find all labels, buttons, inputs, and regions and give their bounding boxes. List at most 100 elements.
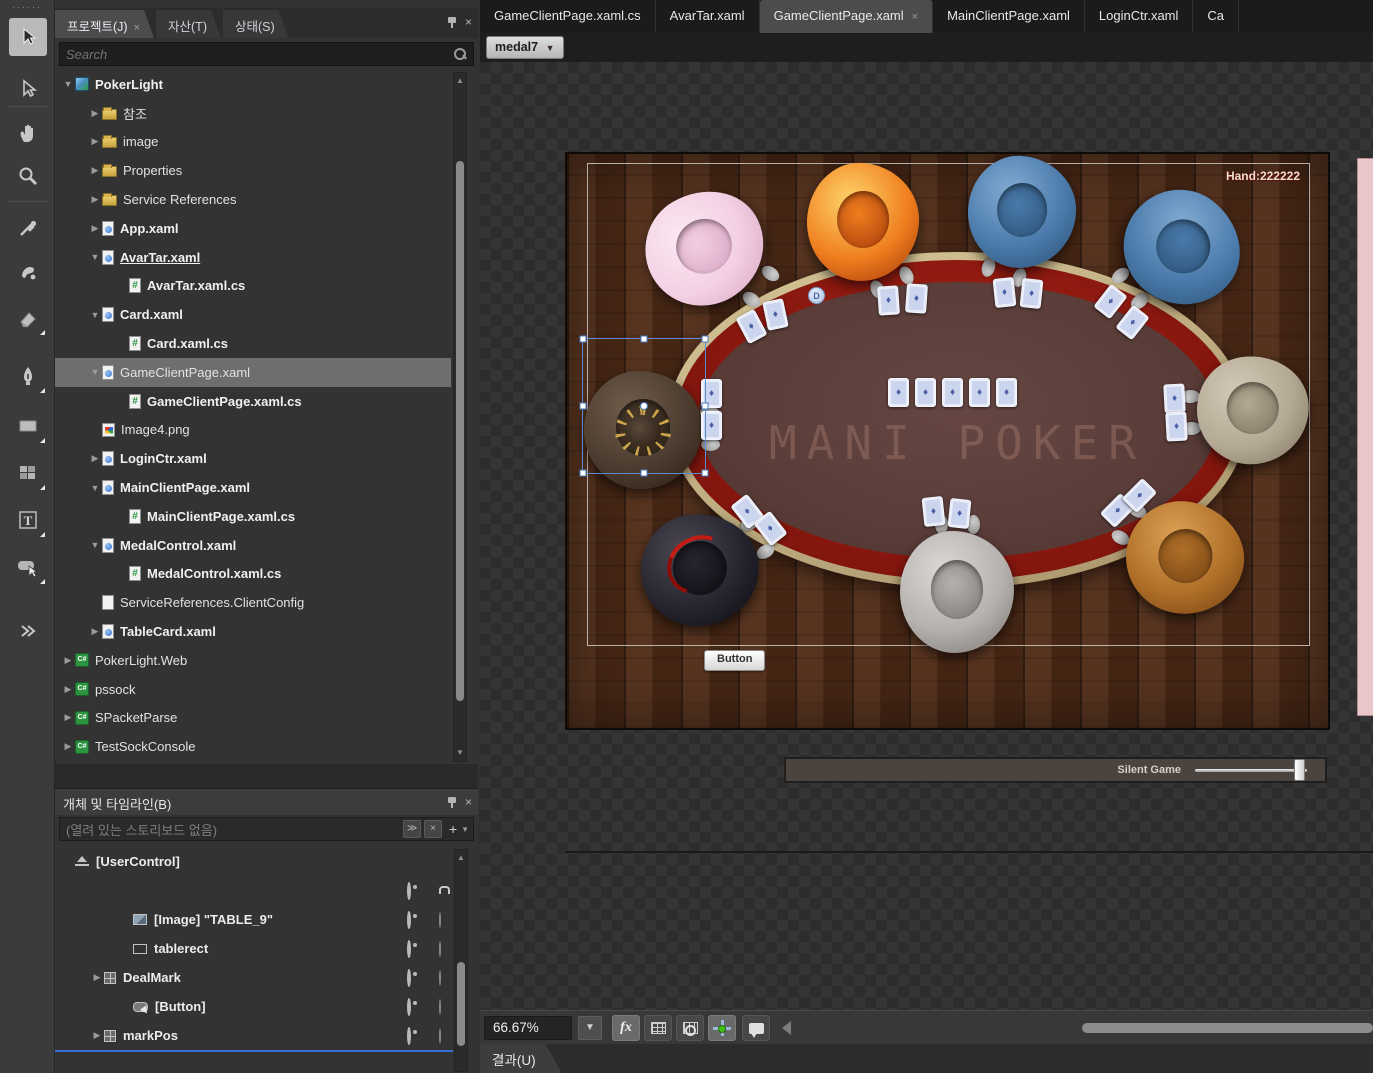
grid-tool[interactable] <box>9 454 47 492</box>
tree-item[interactable]: ▼Card.xaml <box>55 300 451 329</box>
eye-visibility-icon[interactable] <box>407 911 411 929</box>
eye-visibility-icon[interactable] <box>407 1027 411 1045</box>
tree-item[interactable]: ▶C#pssock <box>55 675 451 704</box>
lock-toggle-icon[interactable] <box>439 941 441 957</box>
tree-item[interactable]: ▶C#TestSockConsole <box>55 732 451 761</box>
selection-handle[interactable] <box>702 336 709 343</box>
eye-visibility-icon[interactable] <box>407 882 411 900</box>
pin-icon[interactable] <box>447 796 457 808</box>
toolbar-grip[interactable]: ······ <box>0 0 54 12</box>
breadcrumb-scope-button[interactable]: medal7 ▼ <box>486 36 564 59</box>
card-back[interactable]: ♦ <box>888 378 909 407</box>
selection-handle[interactable] <box>702 403 709 410</box>
lock-toggle-icon[interactable] <box>439 1028 441 1044</box>
objects-tree-scrollbar[interactable]: ▲ <box>454 849 468 1072</box>
dealer-chip[interactable]: D <box>808 287 825 304</box>
zoom-dropdown-button[interactable]: ▼ <box>578 1016 602 1040</box>
doc-tab-gameclientpage-xaml[interactable]: GameClientPage.xaml× <box>760 0 934 33</box>
storyboard-expand-button[interactable]: ≫ <box>403 820 421 838</box>
slider-thumb[interactable] <box>1294 759 1305 781</box>
card-back[interactable]: ♦ <box>915 378 936 407</box>
tree-item[interactable]: ▶C#PokerLight.Web <box>55 646 451 675</box>
paint-tool[interactable] <box>9 254 47 292</box>
panel-tab-projects[interactable]: 프로젝트(J)× <box>55 10 154 38</box>
expander-icon[interactable]: ▼ <box>88 483 102 493</box>
tab-results[interactable]: 결과(U) <box>480 1044 562 1073</box>
expander-icon[interactable]: ▼ <box>88 310 102 320</box>
tree-item[interactable]: ▶App.xaml <box>55 214 451 243</box>
tree-item[interactable]: ▼AvarTar.xaml <box>55 243 451 272</box>
panel-tab-assets[interactable]: 자산(T) <box>156 10 221 38</box>
doc-tab-avartar-xaml[interactable]: AvarTar.xaml <box>656 0 760 33</box>
design-button-control[interactable]: Button <box>704 650 765 671</box>
eye-visibility-icon[interactable] <box>407 998 411 1016</box>
grid-toggle[interactable] <box>644 1015 672 1041</box>
tree-item[interactable]: ▶Properties <box>55 156 451 185</box>
eyedropper-tool[interactable] <box>9 209 47 247</box>
design-surface[interactable]: MANI POKER Hand:222222 ♦♦♦♦♦♦♦♦♦♦♦♦♦♦♦♦♦… <box>480 62 1373 1010</box>
card-back[interactable]: ♦ <box>1165 411 1187 441</box>
zoom-level-field[interactable]: 66.67% <box>484 1016 572 1040</box>
card-back[interactable]: ♦ <box>1163 383 1185 413</box>
storyboard-add-button[interactable]: + <box>445 821 461 837</box>
object-row[interactable] <box>55 876 453 905</box>
object-row[interactable]: [UserControl] <box>55 847 453 876</box>
selection-handle[interactable] <box>580 470 587 477</box>
eye-visibility-icon[interactable] <box>407 940 411 958</box>
selection-handle[interactable] <box>702 470 709 477</box>
pen-tool[interactable] <box>9 357 47 395</box>
expander-icon[interactable]: ▼ <box>88 367 102 377</box>
expander-icon[interactable]: ▼ <box>88 252 102 262</box>
tree-item[interactable]: ▶C#SPacketParse <box>55 704 451 733</box>
expander-icon[interactable]: ▶ <box>88 626 102 637</box>
card-back[interactable]: ♦ <box>905 283 928 313</box>
card-back[interactable]: ♦ <box>948 498 972 529</box>
chevron-down-icon[interactable]: ▼ <box>461 825 469 834</box>
object-row[interactable]: ▶markPos <box>55 1021 453 1050</box>
tree-item[interactable]: ▼MedalControl.xaml <box>55 531 451 560</box>
object-row[interactable]: ▶DealMark <box>55 963 453 992</box>
tree-item[interactable]: ▶LoginCtr.xaml <box>55 444 451 473</box>
expander-icon[interactable]: ▶ <box>61 684 75 695</box>
object-row[interactable]: tablerect <box>55 934 453 963</box>
tree-item[interactable]: #AvarTar.xaml.cs <box>55 272 451 301</box>
tree-item[interactable]: ▼MainClientPage.xaml <box>55 473 451 502</box>
pink-side-panel[interactable] <box>1357 158 1373 716</box>
doc-tab-mainclientpage-xaml[interactable]: MainClientPage.xaml <box>933 0 1085 33</box>
selection-handle[interactable] <box>580 403 587 410</box>
tree-item[interactable]: ▼PokerLight <box>55 70 451 99</box>
lock-toggle-icon[interactable] <box>439 999 441 1015</box>
tree-item[interactable]: ▶image <box>55 128 451 157</box>
tree-item[interactable]: ▶TableCard.xaml <box>55 617 451 646</box>
expander-icon[interactable]: ▶ <box>88 223 102 234</box>
pan-tool[interactable] <box>9 114 47 152</box>
tree-item[interactable]: #GameClientPage.xaml.cs <box>55 387 451 416</box>
selection-handle[interactable] <box>580 336 587 343</box>
object-row[interactable]: [Image] "TABLE_9" <box>55 905 453 934</box>
annotations-toggle[interactable] <box>742 1015 770 1041</box>
expander-icon[interactable]: ▼ <box>61 79 75 89</box>
doc-tab-ca[interactable]: Ca <box>1193 0 1239 33</box>
scroll-left-arrow[interactable] <box>782 1021 791 1035</box>
expander-icon[interactable]: ▶ <box>88 136 102 147</box>
card-back[interactable]: ♦ <box>922 496 946 527</box>
panel-tab-states[interactable]: 상태(S) <box>223 10 289 38</box>
card-back[interactable]: ♦ <box>969 378 990 407</box>
pin-icon[interactable] <box>447 16 457 28</box>
card-back[interactable]: ♦ <box>996 378 1017 407</box>
silent-game-slider[interactable] <box>1195 769 1307 772</box>
close-icon[interactable]: × <box>912 11 918 23</box>
selection-handle[interactable] <box>641 470 648 477</box>
expander-icon[interactable]: ▶ <box>88 165 102 176</box>
lock-toggle-icon[interactable] <box>439 970 441 986</box>
expander-icon[interactable]: ▶ <box>61 712 75 723</box>
zoom-tool[interactable] <box>9 157 47 195</box>
tree-item[interactable]: #MainClientPage.xaml.cs <box>55 502 451 531</box>
selection-handle[interactable] <box>641 336 648 343</box>
expander-icon[interactable]: ▶ <box>61 741 75 752</box>
card-back[interactable]: ♦ <box>942 378 963 407</box>
eye-visibility-icon[interactable] <box>407 969 411 987</box>
selection-adorner[interactable] <box>582 338 706 474</box>
tree-item[interactable]: ▶참조 <box>55 99 451 128</box>
more-tools[interactable] <box>9 612 47 650</box>
